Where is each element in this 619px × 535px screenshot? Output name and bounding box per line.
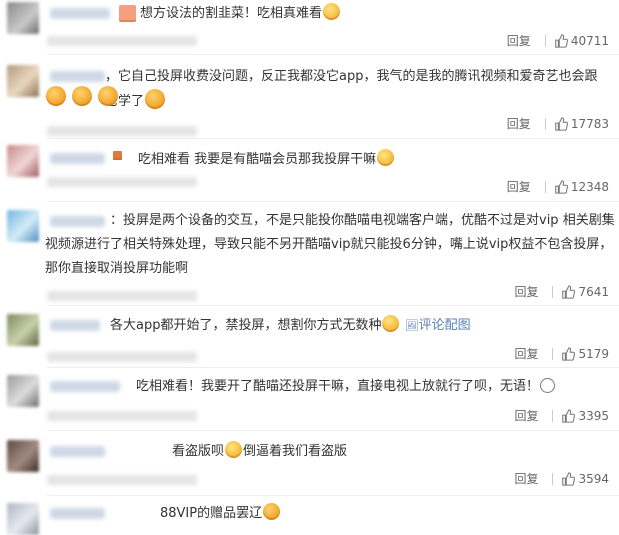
thumbs-up-icon[interactable] (554, 179, 568, 194)
user-badge-icon (113, 151, 122, 160)
divider (552, 409, 554, 422)
comment-actions: 回复 17783 (507, 115, 609, 132)
comment-text: 各大app都开始了，禁投屏，想割你方式无数种 🖼评论配图 (110, 314, 471, 338)
thumbs-up-icon[interactable] (561, 284, 576, 299)
thumbs-up-icon[interactable] (561, 471, 576, 486)
comment-actions: 回复 3395 (514, 407, 609, 424)
crying-emoji-icon (263, 503, 281, 520)
comment-actions: 回复 40711 (507, 32, 609, 49)
divider (47, 495, 619, 496)
divider (544, 34, 546, 47)
comment-text: ，它自己投屏收费没问题，反正我都没它app，我气的是我的腾讯视频和爱奇艺也会跟它… (105, 69, 598, 109)
crying-laugh-emoji-icon (46, 86, 66, 106)
comment-actions: 回复 12348 (507, 178, 609, 195)
avatar[interactable] (7, 210, 39, 242)
divider (47, 54, 619, 55)
avatar[interactable] (7, 440, 39, 472)
sweat-emoji-icon (377, 149, 395, 166)
like-count: 5179 (578, 346, 609, 361)
like-count: 40711 (570, 33, 609, 48)
thumbs-up-icon[interactable] (561, 346, 576, 361)
avatar[interactable] (7, 503, 39, 535)
grin-emoji-icon (323, 3, 341, 20)
like-count: 17783 (570, 116, 609, 131)
like-count: 3395 (578, 408, 609, 423)
username[interactable] (50, 508, 105, 519)
avatar[interactable] (7, 314, 39, 346)
divider (544, 117, 546, 130)
divider (47, 305, 619, 306)
reply-button[interactable]: 回复 (507, 115, 531, 132)
crying-laugh-emoji-icon (98, 86, 119, 106)
reply-button[interactable]: 回复 (514, 470, 538, 487)
comment-list: 想方设法的割韭菜！吃相真难看 回复 40711 ，它自己投屏收费没问题，反正我都… (0, 0, 619, 535)
avatar[interactable] (7, 375, 39, 407)
comment-meta (47, 36, 197, 46)
like-count: 12348 (570, 179, 609, 194)
reply-button[interactable]: 回复 (514, 407, 538, 424)
comment-meta (47, 177, 197, 187)
divider (544, 180, 546, 193)
comment-actions: 回复 3594 (514, 470, 609, 487)
username[interactable] (50, 381, 120, 392)
crying-laugh-emoji-icon (145, 89, 166, 109)
comment-meta (47, 126, 197, 136)
username[interactable] (50, 320, 100, 331)
username[interactable] (50, 153, 105, 164)
divider (47, 367, 619, 368)
comment-meta (47, 475, 197, 485)
reply-button[interactable]: 回复 (507, 178, 531, 195)
avatar[interactable] (7, 145, 39, 177)
comment-text: 想方设法的割韭菜！吃相真难看 (140, 2, 341, 26)
thumbs-up-icon[interactable] (554, 116, 568, 131)
comment-actions: 回复 7641 (514, 283, 609, 300)
divider (552, 347, 554, 360)
comment-text: 看盗版呗 倒逼着我们看盗版 (172, 440, 347, 464)
comment-text: ：投屏是两个设备的交互，不是只能投你酷喵电视端客户端，优酷不过是对vip 相关剧… (45, 213, 615, 276)
divider (47, 201, 619, 202)
thumbs-up-icon[interactable] (554, 33, 568, 48)
reply-button[interactable]: 回复 (514, 345, 538, 362)
divider (47, 138, 619, 139)
emoji-row (45, 86, 119, 111)
username[interactable] (50, 8, 110, 19)
thumbs-up-icon[interactable] (561, 408, 576, 423)
comment-text: 88VIP的赠品罢辽 (160, 502, 281, 526)
comment-item: 想方设法的割韭菜！吃相真难看 回复 40711 (0, 0, 619, 55)
avatar[interactable] (7, 65, 39, 97)
divider (552, 472, 554, 485)
comment-meta (47, 352, 197, 362)
comment-actions: 回复 5179 (514, 345, 609, 362)
comment-image-link[interactable]: 🖼评论配图 (405, 318, 471, 333)
username[interactable] (50, 446, 105, 457)
shocked-emoji-icon (382, 315, 400, 332)
avatar[interactable] (7, 2, 39, 34)
comment-text: 吃相难看！我要开了酷喵还投屏干嘛，直接电视上放就行了呗，无语！ (136, 375, 556, 399)
reply-button[interactable]: 回复 (514, 283, 538, 300)
speechless-emoji-icon (540, 378, 556, 393)
like-count: 3594 (578, 471, 609, 486)
thinking-emoji-icon (225, 441, 243, 458)
crying-laugh-emoji-icon (72, 86, 93, 106)
user-badge-icon (119, 5, 136, 22)
username[interactable] (50, 71, 105, 82)
like-count: 7641 (578, 284, 609, 299)
comment-meta (47, 411, 197, 421)
divider (47, 430, 619, 431)
comment-meta (47, 291, 197, 301)
reply-button[interactable]: 回复 (507, 32, 531, 49)
comment-text: 吃相难看 我要是有酷喵会员那我投屏干嘛 (138, 148, 395, 172)
divider (552, 285, 554, 298)
